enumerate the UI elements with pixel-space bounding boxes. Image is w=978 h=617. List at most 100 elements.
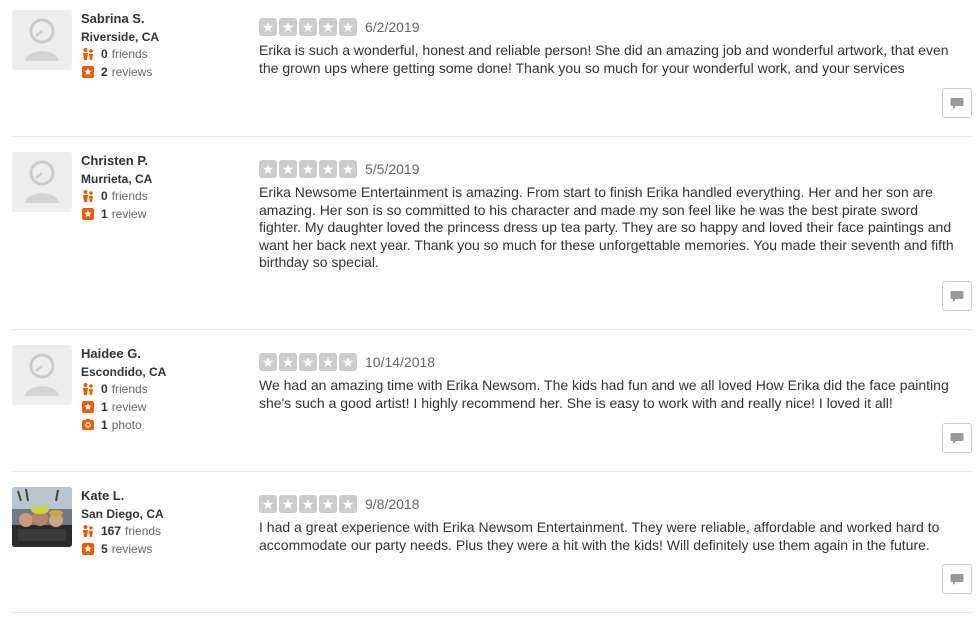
comment-button[interactable] [942,564,972,594]
comment-button[interactable] [942,88,972,118]
star-icon: ★ [279,495,297,513]
review-date: 5/5/2019 [365,161,420,177]
camera-icon [81,418,95,432]
star-icon: ★ [339,18,357,36]
comment-button[interactable] [942,281,972,311]
photos-count: 1 [101,418,108,432]
user-name[interactable]: Sabrina S. [81,10,261,27]
friends-label: friends [111,189,148,203]
reviews-stat: 5 reviews [81,540,261,558]
reviews-label: review [111,400,147,414]
reviews-count: 1 [101,400,108,414]
reviews-label: reviews [111,542,153,556]
star-icon: ★ [319,353,337,371]
star-rating: ★ ★ ★ ★ ★ [259,353,359,371]
star-icon: ★ [259,160,277,178]
review-item: Christen P. Murrieta, CA 0 friends 1 rev… [12,152,972,330]
user-info: Haidee G. Escondido, CA 0 friends 1 revi… [81,345,261,434]
reviews-stat: 1 review [81,205,261,223]
default-avatar-icon[interactable] [12,10,72,70]
friends-label: friends [125,524,162,538]
star-icon: ★ [319,18,337,36]
review-date: 10/14/2018 [365,354,436,370]
friends-count: 167 [101,524,122,538]
rating-row: ★ ★ ★ ★ ★ 5/5/2019 [259,160,420,178]
default-avatar-icon[interactable] [12,152,72,212]
friends-stat: 0 friends [81,380,261,398]
reviews-count: 5 [101,542,108,556]
user-info: Kate L. San Diego, CA 167 friends 5 revi… [81,487,261,558]
user-photo[interactable] [12,487,72,547]
speech-bubble-icon [950,290,964,302]
friends-icon [81,47,95,61]
friends-icon [81,382,95,396]
comment-button[interactable] [942,423,972,453]
friends-count: 0 [101,189,108,203]
star-icon: ★ [319,495,337,513]
user-name[interactable]: Christen P. [81,152,261,169]
review-star-icon [81,400,95,414]
user-location: San Diego, CA [81,507,164,521]
friends-stat: 167 friends [81,522,261,540]
star-icon: ★ [259,18,277,36]
friends-label: friends [111,47,148,61]
star-icon: ★ [299,495,317,513]
star-icon: ★ [259,353,277,371]
photos-label: photo [111,418,142,432]
review-item: Haidee G. Escondido, CA 0 friends 1 revi… [12,345,972,472]
reviews-label: reviews [111,65,153,79]
review-star-icon [81,207,95,221]
default-avatar-icon[interactable] [12,345,72,405]
friends-count: 0 [101,47,108,61]
friends-count: 0 [101,382,108,396]
friends-stat: 0 friends [81,187,261,205]
review-text: Erika is such a wonderful, honest and re… [259,42,949,76]
review-text: Erika Newsome Entertainment is amazing. … [259,184,954,270]
photos-stat: 1 photo [81,416,261,434]
star-icon: ★ [339,353,357,371]
reviews-count: 1 [101,207,108,221]
reviews-stat: 1 review [81,398,261,416]
rating-row: ★ ★ ★ ★ ★ 6/2/2019 [259,18,420,36]
speech-bubble-icon [950,432,964,444]
star-icon: ★ [319,160,337,178]
rating-row: ★ ★ ★ ★ ★ 10/14/2018 [259,353,435,371]
friends-icon [81,524,95,538]
user-info: Sabrina S. Riverside, CA 0 friends 2 rev… [81,10,261,81]
speech-bubble-icon [950,573,964,585]
star-icon: ★ [279,18,297,36]
user-info: Christen P. Murrieta, CA 0 friends 1 rev… [81,152,261,223]
friends-icon [81,189,95,203]
reviews-count: 2 [101,65,108,79]
user-location: Escondido, CA [81,365,167,379]
rating-row: ★ ★ ★ ★ ★ 9/8/2018 [259,495,420,513]
review-item: Kate L. San Diego, CA 167 friends 5 revi… [12,487,972,613]
review-text: We had an amazing time with Erika Newsom… [259,377,949,411]
star-icon: ★ [339,160,357,178]
user-location: Murrieta, CA [81,172,153,186]
user-location: Riverside, CA [81,30,160,44]
speech-bubble-icon [950,97,964,109]
star-icon: ★ [279,353,297,371]
review-text: I had a great experience with Erika News… [259,519,940,553]
review-star-icon [81,65,95,79]
star-icon: ★ [279,160,297,178]
user-name[interactable]: Kate L. [81,487,261,504]
user-name[interactable]: Haidee G. [81,345,261,362]
reviews-stat: 2 reviews [81,63,261,81]
star-rating: ★ ★ ★ ★ ★ [259,18,359,36]
star-icon: ★ [259,495,277,513]
star-icon: ★ [299,160,317,178]
review-item: Sabrina S. Riverside, CA 0 friends 2 rev… [12,10,972,137]
star-rating: ★ ★ ★ ★ ★ [259,495,359,513]
review-star-icon [81,542,95,556]
star-icon: ★ [339,495,357,513]
review-date: 9/8/2018 [365,496,420,512]
star-rating: ★ ★ ★ ★ ★ [259,160,359,178]
star-icon: ★ [299,353,317,371]
star-icon: ★ [299,18,317,36]
friends-label: friends [111,382,148,396]
review-date: 6/2/2019 [365,19,420,35]
friends-stat: 0 friends [81,45,261,63]
reviews-label: review [111,207,147,221]
